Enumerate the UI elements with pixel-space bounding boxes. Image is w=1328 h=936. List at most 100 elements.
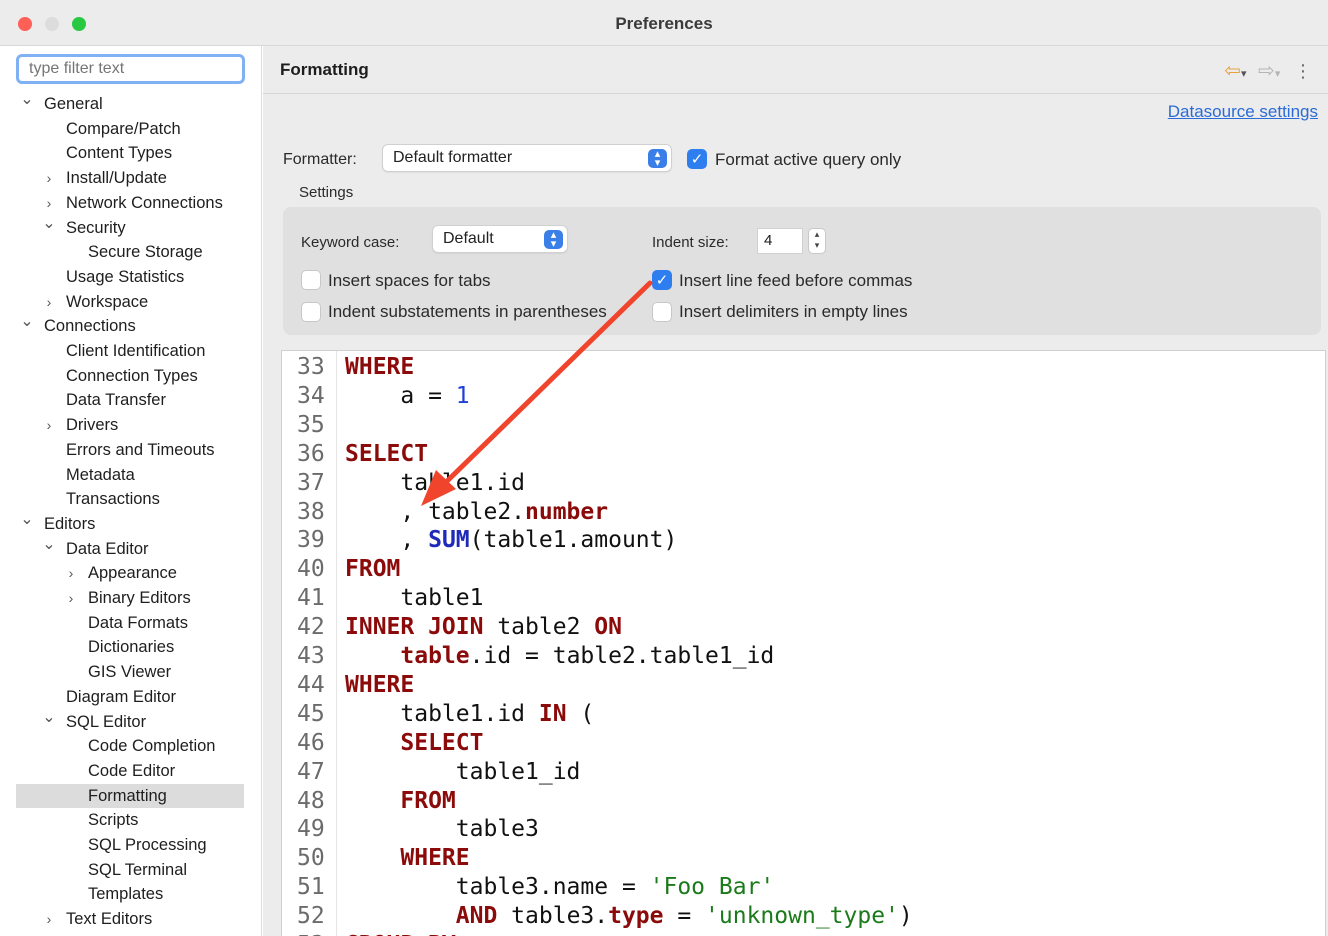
code-text: SELECT — [345, 729, 483, 758]
code-token: table1.id — [345, 700, 539, 727]
page-header: Formatting ⇦▾ ⇨▾ ⋮ — [263, 46, 1328, 94]
sidebar-item-formatting[interactable]: Formatting — [16, 783, 244, 808]
code-token: 'unknown_type' — [705, 903, 899, 930]
chevron-down-icon[interactable]: ⌄ — [20, 88, 34, 112]
settings-group: Keyword case: Default ▴ ▾ Indent size: 4 … — [283, 207, 1321, 335]
line-number: 39 — [297, 527, 325, 554]
chevron-right-icon[interactable]: › — [42, 290, 56, 314]
sql-preview-editor[interactable]: 33 WHERE 34 a = 1 35 36 SELECT 37 table1.id 38 … — [281, 350, 1326, 936]
code-token: IN — [538, 700, 567, 727]
code-token: ( — [566, 700, 595, 727]
sidebar-item-label: Install/Update — [66, 169, 167, 188]
menu-dots-icon[interactable]: ⋮ — [1294, 61, 1312, 81]
code-text: FROM — [345, 555, 400, 584]
code-token: WHERE — [345, 354, 415, 380]
insert-delimiters-checkbox[interactable] — [652, 302, 672, 322]
code-token: WHERE — [400, 845, 470, 872]
line-number: 47 — [297, 758, 325, 785]
keyword-case-select[interactable]: Default ▴ ▾ — [432, 225, 568, 253]
insert-spaces-label: Insert spaces for tabs — [328, 271, 491, 290]
code-line: 50 WHERE — [282, 844, 1322, 873]
code-token: 1 — [455, 382, 470, 409]
code-token: table — [400, 643, 470, 669]
indent-size-stepper[interactable]: ▴ ▾ — [808, 228, 826, 254]
sidebar-item-label: GIS Viewer — [88, 663, 172, 682]
indent-substatements-label: Indent substatements in parentheses — [328, 302, 607, 321]
code-token: number — [525, 498, 609, 525]
chevron-right-icon[interactable]: › — [42, 907, 56, 931]
insert-spaces-checkbox[interactable] — [301, 270, 321, 290]
line-number: 48 — [297, 787, 325, 814]
code-token: ) — [898, 903, 913, 930]
code-line: 36 SELECT — [282, 440, 1322, 469]
chevron-right-icon[interactable]: › — [64, 586, 78, 610]
indent-size-input[interactable]: 4 — [757, 228, 803, 254]
line-feed-commas-label: Insert line feed before commas — [679, 271, 913, 290]
code-line: 52 AND table3.type = 'unknown_type') — [282, 902, 1322, 931]
format-active-only-checkbox[interactable]: ✓ — [687, 149, 707, 169]
code-token: table1_id — [345, 758, 581, 785]
line-feed-commas-checkbox[interactable]: ✓ — [652, 270, 672, 290]
code-text: table1_id — [345, 758, 581, 787]
chevron-down-icon[interactable]: ⌄ — [20, 310, 34, 334]
sidebar-item-label: General — [44, 95, 103, 113]
sidebar-item-label: SQL Editor — [66, 712, 147, 731]
code-line: 38 , table2.number — [282, 498, 1322, 527]
chevron-right-icon[interactable]: › — [64, 561, 78, 585]
forward-arrow-icon[interactable]: ⇨ — [1258, 60, 1275, 82]
sidebar-item-label: Workspace — [66, 292, 149, 311]
sidebar-item-label: Connection Types — [66, 366, 198, 385]
code-line: 46 SELECT — [282, 729, 1322, 758]
line-number: 50 — [297, 845, 325, 872]
filter-input[interactable] — [16, 54, 245, 84]
code-line: 35 — [282, 411, 1322, 440]
code-text: a = 1 — [345, 382, 470, 411]
line-number: 33 — [297, 354, 325, 380]
sidebar-item-label: SQL Processing — [88, 836, 207, 854]
code-text: AND table3.type = 'unknown_type') — [345, 902, 913, 931]
code-token: SUM — [428, 527, 470, 554]
code-line: 33 WHERE — [282, 353, 1322, 382]
formatter-label: Formatter: — [283, 151, 357, 168]
back-arrow-icon[interactable]: ⇦ — [1224, 60, 1241, 82]
code-token: table1 — [345, 585, 484, 612]
chevron-right-icon[interactable]: › — [42, 166, 56, 190]
sidebar-item-label: Drivers — [66, 416, 119, 435]
line-number: 37 — [297, 469, 325, 496]
formatter-select[interactable]: Default formatter ▴ ▾ — [382, 144, 672, 172]
sidebar-item-label: Scripts — [88, 811, 139, 830]
line-number: 44 — [297, 671, 325, 698]
code-token: , table2. — [345, 498, 526, 525]
chevron-down-icon[interactable]: ⌄ — [20, 508, 34, 532]
chevron-down-icon[interactable]: ⌄ — [42, 533, 56, 557]
line-number: 36 — [297, 440, 325, 467]
code-token: SELECT — [345, 440, 429, 467]
keyword-case-label: Keyword case: — [301, 234, 400, 251]
sidebar-item-label: Data Editor — [66, 539, 149, 558]
back-dropdown-icon[interactable]: ▾ — [1241, 68, 1247, 80]
code-token: table3 — [345, 816, 539, 843]
code-line: 48 FROM — [282, 787, 1322, 816]
sidebar-item-label: Connections — [44, 317, 136, 336]
code-token: GROUP BY — [345, 932, 456, 936]
code-text: , table2.number — [345, 498, 608, 527]
indent-substatements-checkbox[interactable] — [301, 302, 321, 322]
chevron-down-icon[interactable]: ⌄ — [42, 706, 56, 730]
code-text: GROUP BY — [345, 931, 456, 936]
page-title: Formatting — [280, 60, 369, 79]
sidebar-item-label: Code Editor — [88, 761, 176, 780]
chevron-right-icon[interactable]: › — [42, 413, 56, 437]
sidebar-item-label: Content Types — [66, 144, 173, 163]
code-line: 34 a = 1 — [282, 382, 1322, 411]
code-token: a = — [345, 382, 456, 409]
line-number: 34 — [297, 382, 325, 409]
sidebar-item-label: Client Identification — [66, 342, 206, 360]
code-line: 37 table1.id — [282, 469, 1322, 498]
code-token: table1.id — [345, 469, 526, 496]
datasource-settings-link[interactable]: Datasource settings — [1168, 102, 1318, 122]
sidebar-item-label: Dictionaries — [88, 638, 175, 657]
forward-dropdown-icon[interactable]: ▾ — [1275, 68, 1281, 80]
chevron-down-icon[interactable]: ⌄ — [42, 212, 56, 236]
